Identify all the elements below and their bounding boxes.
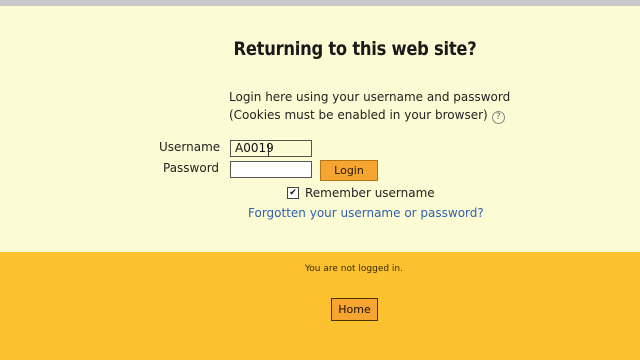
help-icon[interactable]: ? xyxy=(491,111,505,124)
cookies-note: (Cookies must be enabled in your browser… xyxy=(229,108,488,122)
password-label: Password xyxy=(163,161,220,175)
password-field[interactable] xyxy=(230,161,312,178)
remember-username-label: Remember username xyxy=(305,186,435,200)
forgot-password-link[interactable]: Forgotten your username or password? xyxy=(248,206,484,220)
login-heading: Returning to this web site? xyxy=(233,38,477,60)
checkbox-checked-icon: ✔ xyxy=(289,188,297,198)
text-cursor-icon xyxy=(266,143,271,157)
login-instructions-line2: (Cookies must be enabled in your browser… xyxy=(229,108,505,124)
page-footer: You are not logged in. Home xyxy=(0,252,640,360)
login-instructions-line1: Login here using your username and passw… xyxy=(229,90,511,104)
login-status-text: You are not logged in. xyxy=(305,264,403,274)
home-button[interactable]: Home xyxy=(331,298,378,321)
username-label: Username xyxy=(159,140,221,154)
login-button[interactable]: Login xyxy=(320,160,378,181)
username-field[interactable]: A0019 xyxy=(230,140,312,157)
remember-username-checkbox[interactable]: ✔ xyxy=(287,187,299,199)
